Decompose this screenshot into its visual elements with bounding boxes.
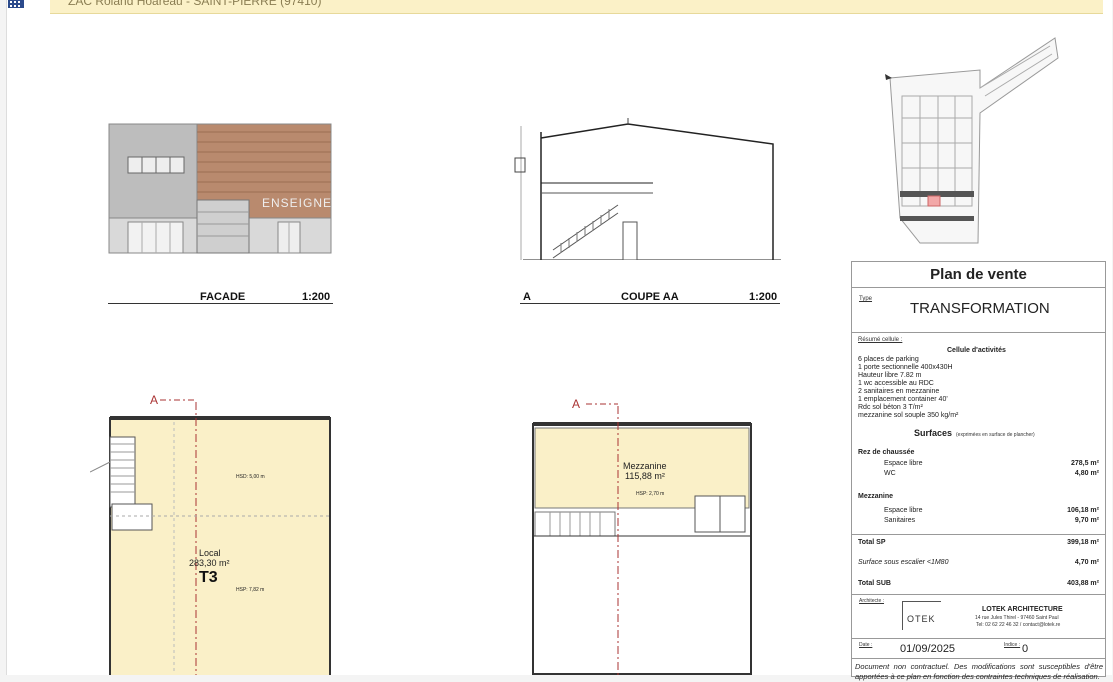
indice-value: 0 (1022, 643, 1029, 655)
plan-mezz-name: Mezzanine (623, 461, 667, 471)
address-text: ZAC Roland Hoareau - SAINT-PIERRE (97410… (68, 0, 322, 8)
total-sp-value: 399,18 m² (1067, 539, 1099, 546)
total-sp-label: Total SP (858, 539, 886, 546)
panel-divider (852, 332, 1105, 333)
date-value: 01/09/2025 (900, 643, 956, 655)
sous-escalier-value: 4,70 m² (1074, 559, 1099, 566)
rdc-row-value: 278,5 m² (1070, 460, 1099, 467)
feature-item: Hauteur libre 7.82 m (858, 372, 922, 379)
rdc-row-label: Espace libre (884, 460, 923, 467)
plan-mezzanine-drawing (532, 403, 752, 675)
plan-mezz-area: 115,88 m² (625, 471, 665, 481)
plan-local-name: Local (199, 548, 221, 558)
type-value: TRANSFORMATION (910, 300, 1050, 317)
firm-name: LOTEK ARCHITECTURE (982, 606, 1063, 613)
indice-label: Indice : (1004, 642, 1021, 648)
surfaces-title: Surfaces (914, 428, 953, 438)
panel-divider (852, 594, 1105, 595)
mezz-title: Mezzanine (858, 493, 894, 500)
plan-mezz-section-marker: A (572, 397, 581, 411)
rdc-row-value: 4,80 m² (1074, 470, 1099, 477)
feature-item: mezzanine sol souple 350 kg/m² (858, 412, 959, 419)
total-sub-value: 403,88 m² (1067, 580, 1099, 587)
plan-local-hsd: HSD: 5,00 m (236, 474, 265, 480)
firm-address: 14 rue Jules Thirel - 97460 Saint Paul (975, 615, 1059, 621)
plan-local-area: 283,30 m² (189, 558, 230, 568)
plan-local-unit: T3 (199, 569, 218, 586)
lotek-logo-text: OTEK (907, 614, 936, 624)
site-plan (885, 37, 1059, 244)
feature-item: 2 sanitaires en mezzanine (858, 388, 940, 395)
grid-icon[interactable] (8, 0, 24, 8)
coupe-scale: 1:200 (749, 291, 778, 303)
coupe-rule (520, 303, 780, 304)
date-label: Date : (859, 642, 873, 648)
cell-title: Cellule d'activités (947, 347, 1006, 354)
sales-panel: Plan de vente Type TRANSFORMATION Résumé… (851, 261, 1106, 681)
feature-item: Rdc sol béton 3 T/m² (858, 404, 923, 411)
feature-item: 6 places de parking (858, 356, 919, 363)
coupe-drawing (514, 118, 781, 260)
mezz-row-value: 9,70 m² (1074, 517, 1099, 524)
facade-label: FACADE (200, 291, 246, 303)
rdc-title: Rez de chaussée (858, 449, 915, 456)
address-banner: ZAC Roland Hoareau - SAINT-PIERRE (97410… (50, 0, 1103, 14)
facade-rule (108, 303, 333, 304)
mezz-row-label: Sanitaires (884, 517, 916, 524)
disclaimer: Document non contractuel. Des modificati… (855, 662, 1103, 681)
total-sub-label: Total SUB (858, 580, 891, 587)
panel-divider (852, 534, 1105, 535)
facade-sign-text: ENSEIGNE (262, 196, 333, 210)
feature-item: 1 wc accessible au RDC (858, 380, 934, 387)
panel-title: Plan de vente (930, 266, 1027, 283)
type-label: Type (859, 296, 873, 302)
resume-label: Résumé cellule : (858, 337, 903, 343)
lotek-logo: OTEK (902, 601, 941, 630)
feature-item: 1 emplacement container 40' (858, 396, 948, 403)
mezz-row-label: Espace libre (884, 507, 923, 514)
rdc-row-label: WC (884, 470, 896, 477)
plan-local-hsp: HSP: 7,82 m (236, 587, 265, 593)
plan-local-drawing (90, 399, 331, 675)
coupe-label: COUPE AA (621, 291, 679, 303)
coupe-section-marker: A (523, 291, 531, 303)
surfaces-note: (exprimées en surface de plancher) (956, 432, 1035, 438)
feature-item: 1 porte sectionnelle 400x430H (858, 364, 953, 371)
facade-scale: 1:200 (302, 291, 331, 303)
architecte-label: Architecte : (859, 598, 885, 604)
panel-divider (852, 638, 1105, 639)
firm-contact: Tel: 02 62 22 46 32 / contact@lotek.re (976, 622, 1061, 628)
sous-escalier-label: Surface sous escalier <1M80 (858, 559, 949, 566)
facade-drawing (108, 123, 332, 254)
plan-mezz-hsp: HSP: 2,70 m (636, 491, 665, 497)
mezz-row-value: 106,18 m² (1067, 507, 1099, 514)
plan-local-section-marker: A (150, 393, 159, 407)
panel-divider (852, 658, 1105, 659)
panel-divider (852, 287, 1105, 288)
